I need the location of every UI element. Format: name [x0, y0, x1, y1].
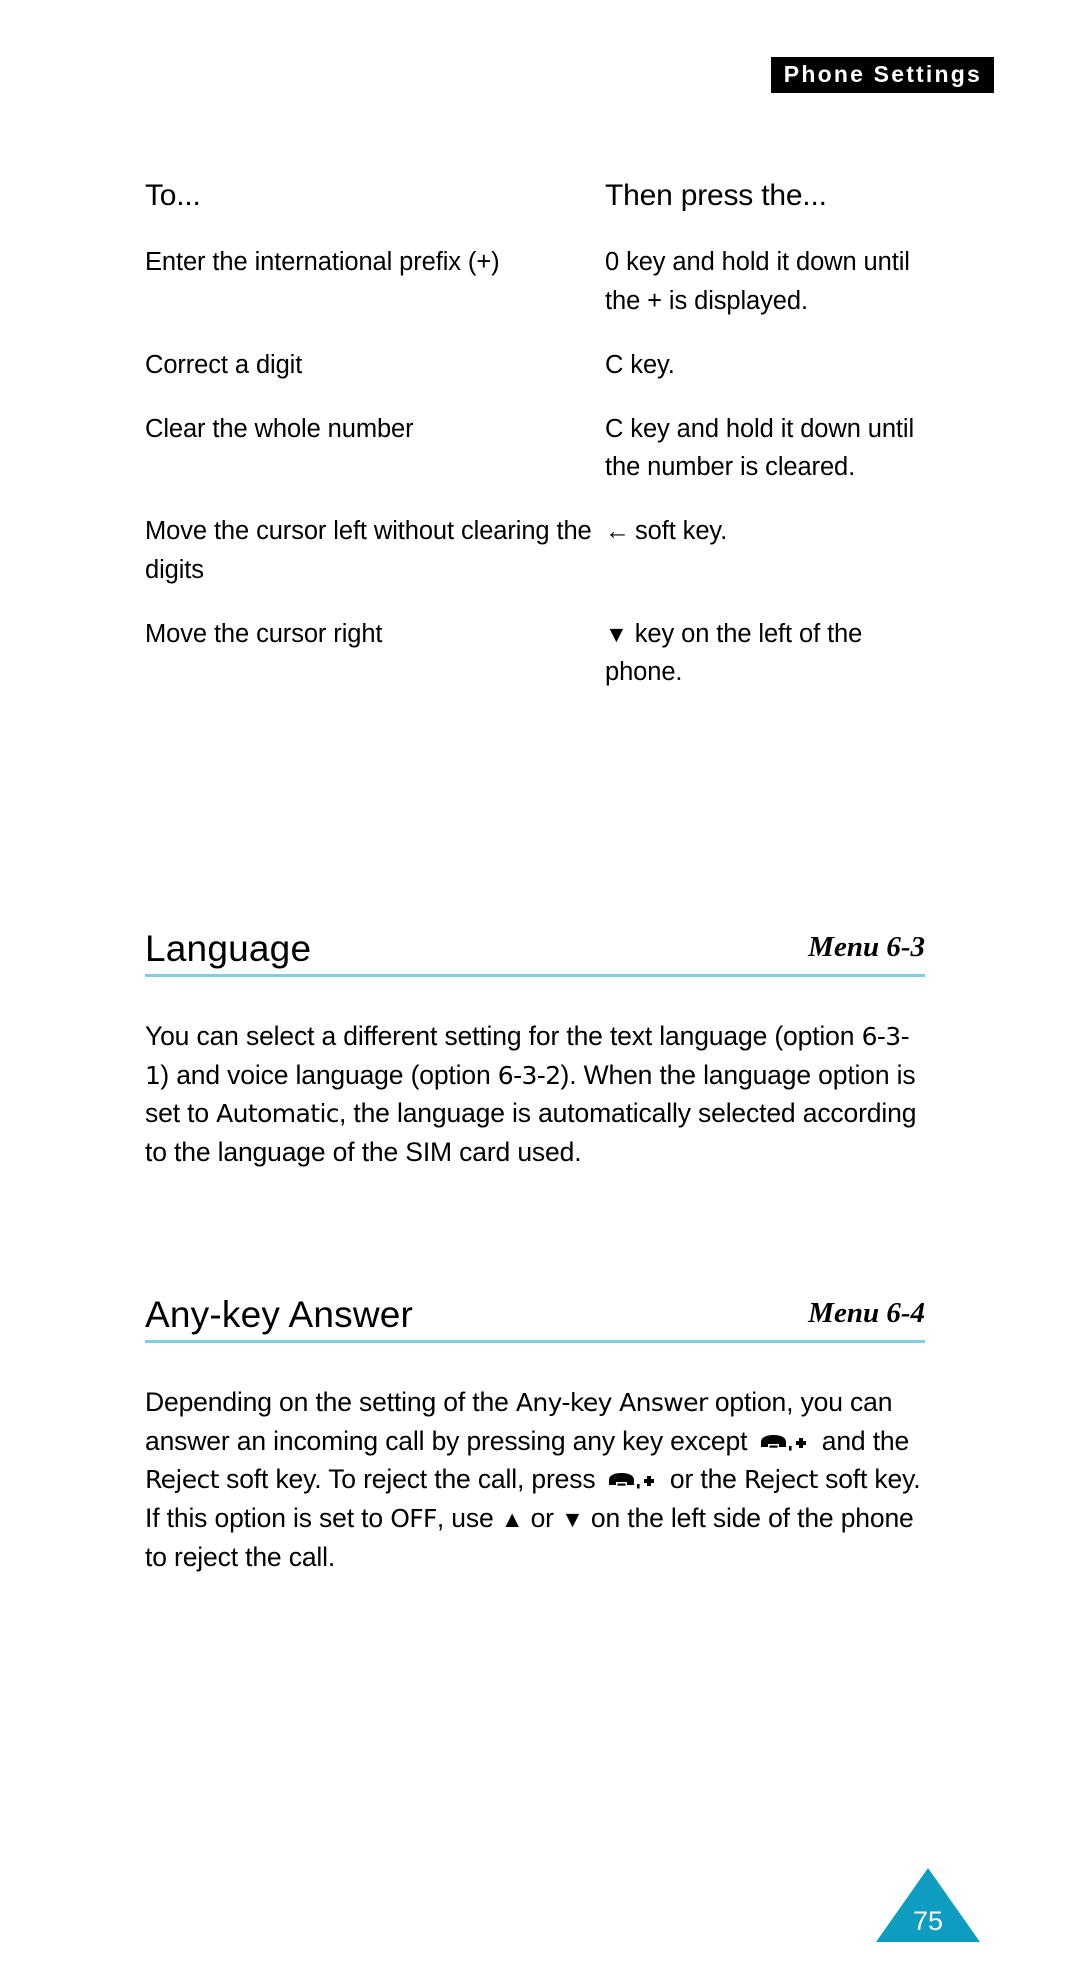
text-run: Depending on the setting of the	[145, 1387, 516, 1417]
key-action-table: To... Then press the... Enter the intern…	[145, 178, 925, 717]
emphasis-automatic: Automatic	[216, 1099, 339, 1129]
table-header-then-press: Then press the...	[605, 179, 827, 212]
emphasis-any-key-answer: Any-key Answer	[515, 1388, 708, 1417]
table-row: Enter the international prefix (+) 0 key…	[145, 243, 925, 346]
table-row: Clear the whole number C key and hold it…	[145, 410, 925, 513]
table-row: Move the cursor right ▼ key on the left o…	[145, 615, 925, 718]
text-run: You can select a different setting for t…	[145, 1021, 862, 1051]
table-cell-press-text: soft key.	[635, 517, 728, 546]
table-header-row: To... Then press the...	[145, 178, 925, 243]
text-run: or the	[662, 1464, 744, 1495]
table-cell-to: Move the cursor right	[145, 619, 383, 648]
table-cell-press: ← soft key.	[605, 512, 925, 615]
emphasis-off: OFF	[390, 1504, 437, 1534]
text-run: soft key. To reject the call, press	[218, 1464, 603, 1495]
paragraph: You can select a different setting for t…	[145, 1017, 925, 1172]
section-any-key-answer: Any-key Answer Menu 6-4 Depending on the…	[145, 1286, 925, 1576]
section-language: Language Menu 6-3 You can select a diffe…	[145, 920, 925, 1172]
table-cell-press: C key.	[605, 346, 925, 410]
arrow-left-icon: ←	[605, 517, 630, 546]
table-cell-press-text: C key and hold it down until the number …	[605, 414, 915, 482]
emphasis-reject-1: Reject	[145, 1465, 220, 1495]
table-cell-press-text: C key.	[605, 350, 675, 379]
table-cell-to: Enter the international prefix (+)	[145, 248, 500, 277]
triangle-down-icon: ▼	[605, 620, 628, 647]
emphasis-reject-2: Reject	[743, 1465, 819, 1495]
text-run: , use	[436, 1503, 501, 1534]
section-any-key-answer-body: Depending on the setting of the Any-key …	[145, 1383, 925, 1576]
table-cell-to: Clear the whole number	[145, 414, 414, 443]
table-cell-press: 0 key and hold it down until the + is di…	[605, 243, 925, 346]
table-cell-to: Correct a digit	[145, 350, 303, 379]
emphasis-option-632: 6-3-2	[497, 1060, 561, 1090]
paragraph: Depending on the setting of the Any-key …	[145, 1383, 925, 1576]
section-any-key-answer-title: Any-key Answer	[145, 1294, 414, 1335]
running-head-phone-settings: Phone Settings	[770, 57, 994, 93]
triangle-up-icon: ▲	[500, 1506, 524, 1533]
page-number-badge: 75	[876, 1868, 980, 1942]
phone-key-icon	[759, 1433, 811, 1453]
table-row: Correct a digit C key.	[145, 346, 925, 410]
text-run: ) and voice language (option	[160, 1059, 498, 1090]
table-header-to: To...	[145, 179, 201, 212]
table-cell-press-text: key on the left of the phone.	[605, 619, 863, 687]
section-language-menu-ref: Menu 6-3	[808, 931, 925, 963]
table-row: Move the cursor left without clearing th…	[145, 512, 925, 615]
table-cell-press: ▼ key on the left of the phone.	[605, 615, 925, 718]
page-number: 75	[912, 1906, 944, 1936]
section-language-header: Language Menu 6-3	[145, 920, 925, 977]
section-language-body: You can select a different setting for t…	[145, 1017, 925, 1172]
text-run: or	[523, 1503, 562, 1534]
table-cell-press: C key and hold it down until the number …	[605, 410, 925, 513]
section-language-title: Language	[145, 928, 312, 969]
phone-key-icon	[607, 1471, 659, 1491]
table-cell-press-text: 0 key and hold it down until the + is di…	[605, 248, 910, 316]
section-any-key-answer-menu-ref: Menu 6-4	[808, 1297, 925, 1329]
triangle-down-icon: ▼	[561, 1506, 584, 1533]
table-cell-to: Move the cursor left without clearing th…	[145, 517, 592, 584]
section-any-key-answer-header: Any-key Answer Menu 6-4	[145, 1286, 925, 1343]
text-run: and the	[814, 1425, 910, 1456]
